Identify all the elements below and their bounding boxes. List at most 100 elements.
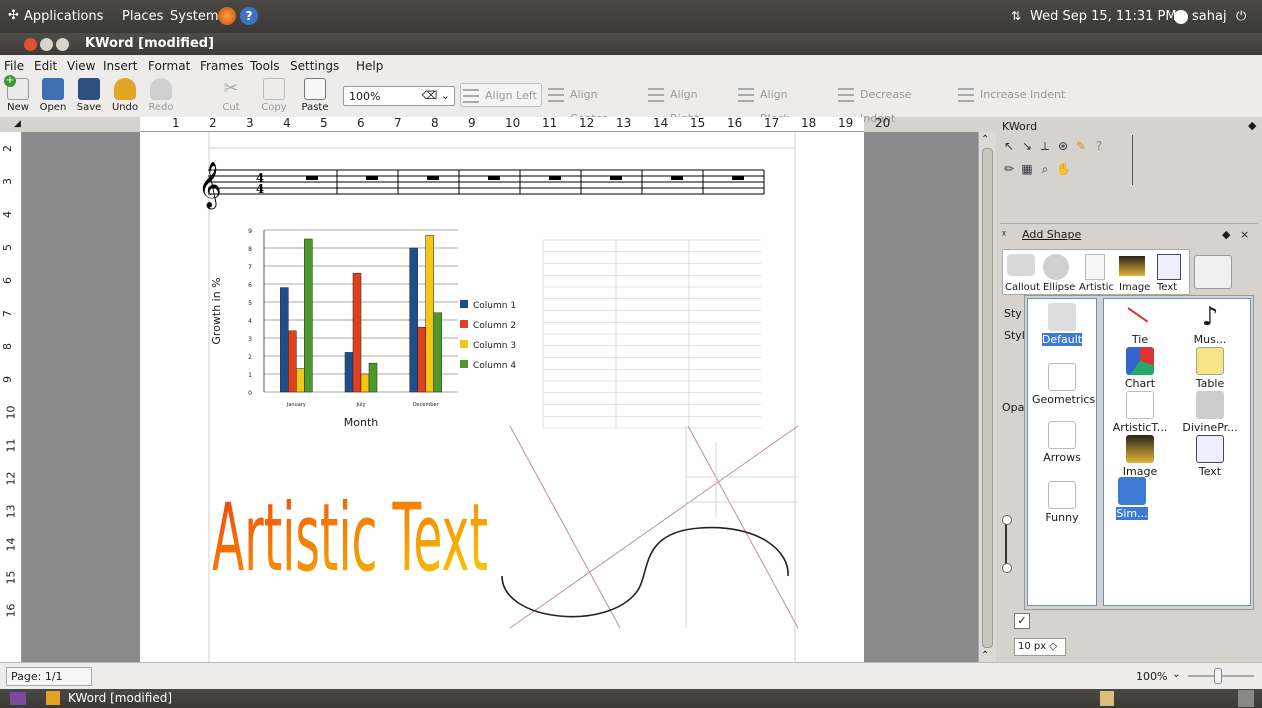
pattern-tool-icon[interactable]: ▦ [1020, 162, 1034, 176]
close-window-icon[interactable] [24, 38, 37, 51]
help-tool-icon[interactable]: ? [1092, 139, 1106, 153]
text-shape-icon[interactable] [1157, 254, 1181, 280]
new-button[interactable]: + New [4, 75, 32, 113]
pan-tool-icon[interactable]: ✋ [1056, 162, 1071, 176]
show-desktop-icon[interactable] [10, 692, 26, 705]
docker-float-icon[interactable]: ◆ [1248, 119, 1256, 132]
shape-simple-path[interactable]: Sim... [1110, 477, 1154, 520]
clock[interactable]: Wed Sep 15, 11:31 PM [1030, 9, 1177, 24]
menu-help[interactable]: Help [356, 59, 383, 73]
decrease-indent-button[interactable]: Decrease Indent [836, 83, 946, 125]
paste-button[interactable]: Paste [298, 78, 332, 113]
menu-view[interactable]: View [67, 59, 95, 73]
firefox-icon[interactable] [218, 7, 236, 25]
save-button[interactable]: Save [74, 78, 104, 113]
calligraphy-tool-icon[interactable]: ⟂ [1038, 139, 1052, 153]
shape-table[interactable]: Table [1180, 347, 1240, 390]
category-arrows[interactable]: Arrows [1032, 421, 1092, 464]
docker-float-icon[interactable]: ◆ [1222, 228, 1230, 241]
category-funny[interactable]: Funny [1032, 481, 1092, 524]
align-center-button[interactable]: Align Center [546, 83, 638, 125]
menu-format[interactable]: Format [148, 59, 190, 73]
image-shape-icon[interactable] [1119, 256, 1145, 276]
close-icon[interactable]: × [1240, 228, 1249, 241]
shape-chart[interactable]: Chart [1110, 347, 1170, 390]
menu-file[interactable]: File [4, 59, 24, 73]
menu-settings[interactable]: Settings [290, 59, 339, 73]
table-frame[interactable] [542, 239, 761, 429]
collapse-icon[interactable]: ᵡ [1002, 228, 1006, 241]
vertical-ruler[interactable]: 2 3 4 5 6 7 8 9 10 11 12 13 14 15 16 [0, 132, 22, 662]
system-menu[interactable]: System [170, 9, 218, 24]
vertical-scrollbar[interactable]: ⌃ ⌃ [978, 132, 996, 662]
redo-button[interactable]: Redo [144, 78, 178, 113]
zoom-level[interactable]: 100% [1136, 670, 1167, 683]
cut-button[interactable]: ✂ Cut [216, 78, 246, 113]
horizontal-ruler[interactable]: 1 2 3 4 5 6 7 8 9 10 11 12 13 14 15 16 17 18 19 20 [140, 116, 890, 132]
menu-insert[interactable]: Insert [103, 59, 137, 73]
menu-tools[interactable]: Tools [250, 59, 280, 73]
copy-button[interactable]: Copy [258, 78, 290, 113]
category-default[interactable]: Default [1032, 303, 1092, 346]
connector-tool-icon[interactable]: ⊛ [1056, 139, 1070, 153]
help-icon[interactable]: ? [240, 7, 258, 25]
open-button[interactable]: Open [36, 78, 70, 113]
trash-icon[interactable] [1238, 690, 1254, 707]
workspace-icon[interactable] [1100, 691, 1114, 706]
path-tool-icon[interactable]: ↘ [1020, 139, 1034, 153]
select-tool-icon[interactable]: ↖ [1002, 139, 1016, 153]
document-page[interactable]: 𝄞 4 4 0 1 2 3 4 5 6 7 8 9 January July December Month… [140, 132, 864, 662]
snap-checkbox[interactable]: ✓ [1014, 613, 1030, 629]
maximize-window-icon[interactable] [56, 38, 69, 51]
ruler-tick-label: 7 [1, 310, 14, 317]
zoom-slider-handle[interactable] [1214, 668, 1222, 684]
applications-menu[interactable]: Applications [24, 9, 103, 24]
align-left-button[interactable]: Align Left [460, 83, 542, 107]
text-label[interactable]: Text [1157, 282, 1177, 293]
music-staff[interactable]: 𝄞 [198, 162, 765, 210]
bar-chart[interactable]: 0 1 2 3 4 5 6 7 8 9 January July December Month Growth… [210, 228, 516, 429]
callout-icon[interactable] [1007, 254, 1035, 276]
callout-label[interactable]: Callout [1005, 282, 1040, 293]
gnome-foot-icon[interactable]: ✣ [8, 8, 19, 23]
undo-button[interactable]: Undo [108, 78, 142, 113]
shape-collection-button[interactable] [1194, 255, 1232, 289]
zoom-tool-icon[interactable]: ⌕ [1038, 162, 1052, 176]
menu-frames[interactable]: Frames [200, 59, 244, 73]
ellipse-label[interactable]: Ellipse [1043, 282, 1075, 293]
chevron-down-icon[interactable]: ⌄ [1172, 669, 1180, 680]
network-icon[interactable]: ⇅ [1011, 9, 1021, 23]
shape-image[interactable]: Image [1110, 435, 1170, 478]
snap-distance-spinbox[interactable]: 10 px ◇ [1014, 638, 1066, 656]
user-name[interactable]: sahaj [1192, 9, 1227, 24]
pen-tool-icon[interactable]: ✎ [1074, 139, 1088, 153]
scrollbar-thumb[interactable] [982, 148, 993, 648]
shape-text[interactable]: Text [1180, 435, 1240, 478]
places-menu[interactable]: Places [122, 9, 163, 24]
artistic-icon[interactable] [1085, 254, 1105, 280]
shape-tie[interactable]: Tie [1110, 303, 1170, 346]
shape-artistic-text[interactable]: ArtisticT... [1110, 391, 1170, 434]
shape-music[interactable]: ♪ Mus... [1180, 303, 1240, 346]
category-geometrics[interactable]: Geometrics [1032, 363, 1095, 406]
artistic-label[interactable]: Artistic [1079, 282, 1114, 293]
taskbar-item-kword[interactable]: KWord [modified] [68, 691, 172, 705]
shape-divine-proportion[interactable]: DivinePr... [1180, 391, 1240, 434]
artistic-text[interactable]: Artistic Text [212, 484, 488, 593]
menu-edit[interactable]: Edit [34, 59, 57, 73]
image-label[interactable]: Image [1119, 282, 1150, 293]
scroll-down-icon[interactable]: ⌃ [981, 650, 989, 661]
zoom-combo[interactable]: 100% ⌫ ⌄ [343, 86, 455, 106]
style-tab[interactable]: Sty [1004, 307, 1022, 320]
path-shape[interactable] [501, 425, 799, 629]
scroll-up-icon[interactable]: ⌃ [981, 134, 989, 145]
ellipse-icon[interactable] [1043, 254, 1069, 280]
minimize-window-icon[interactable] [40, 38, 53, 51]
power-icon[interactable]: ⏻ [1236, 9, 1246, 24]
increase-indent-button[interactable]: Increase Indent [956, 83, 1066, 107]
gradient-tool-icon[interactable]: ✏ [1002, 162, 1016, 176]
align-block-button[interactable]: Align Block [736, 83, 820, 125]
style-tab-2[interactable]: Styl [1004, 329, 1025, 342]
opacity-slider[interactable] [1002, 515, 1012, 575]
align-right-button[interactable]: Align Right [646, 83, 726, 125]
